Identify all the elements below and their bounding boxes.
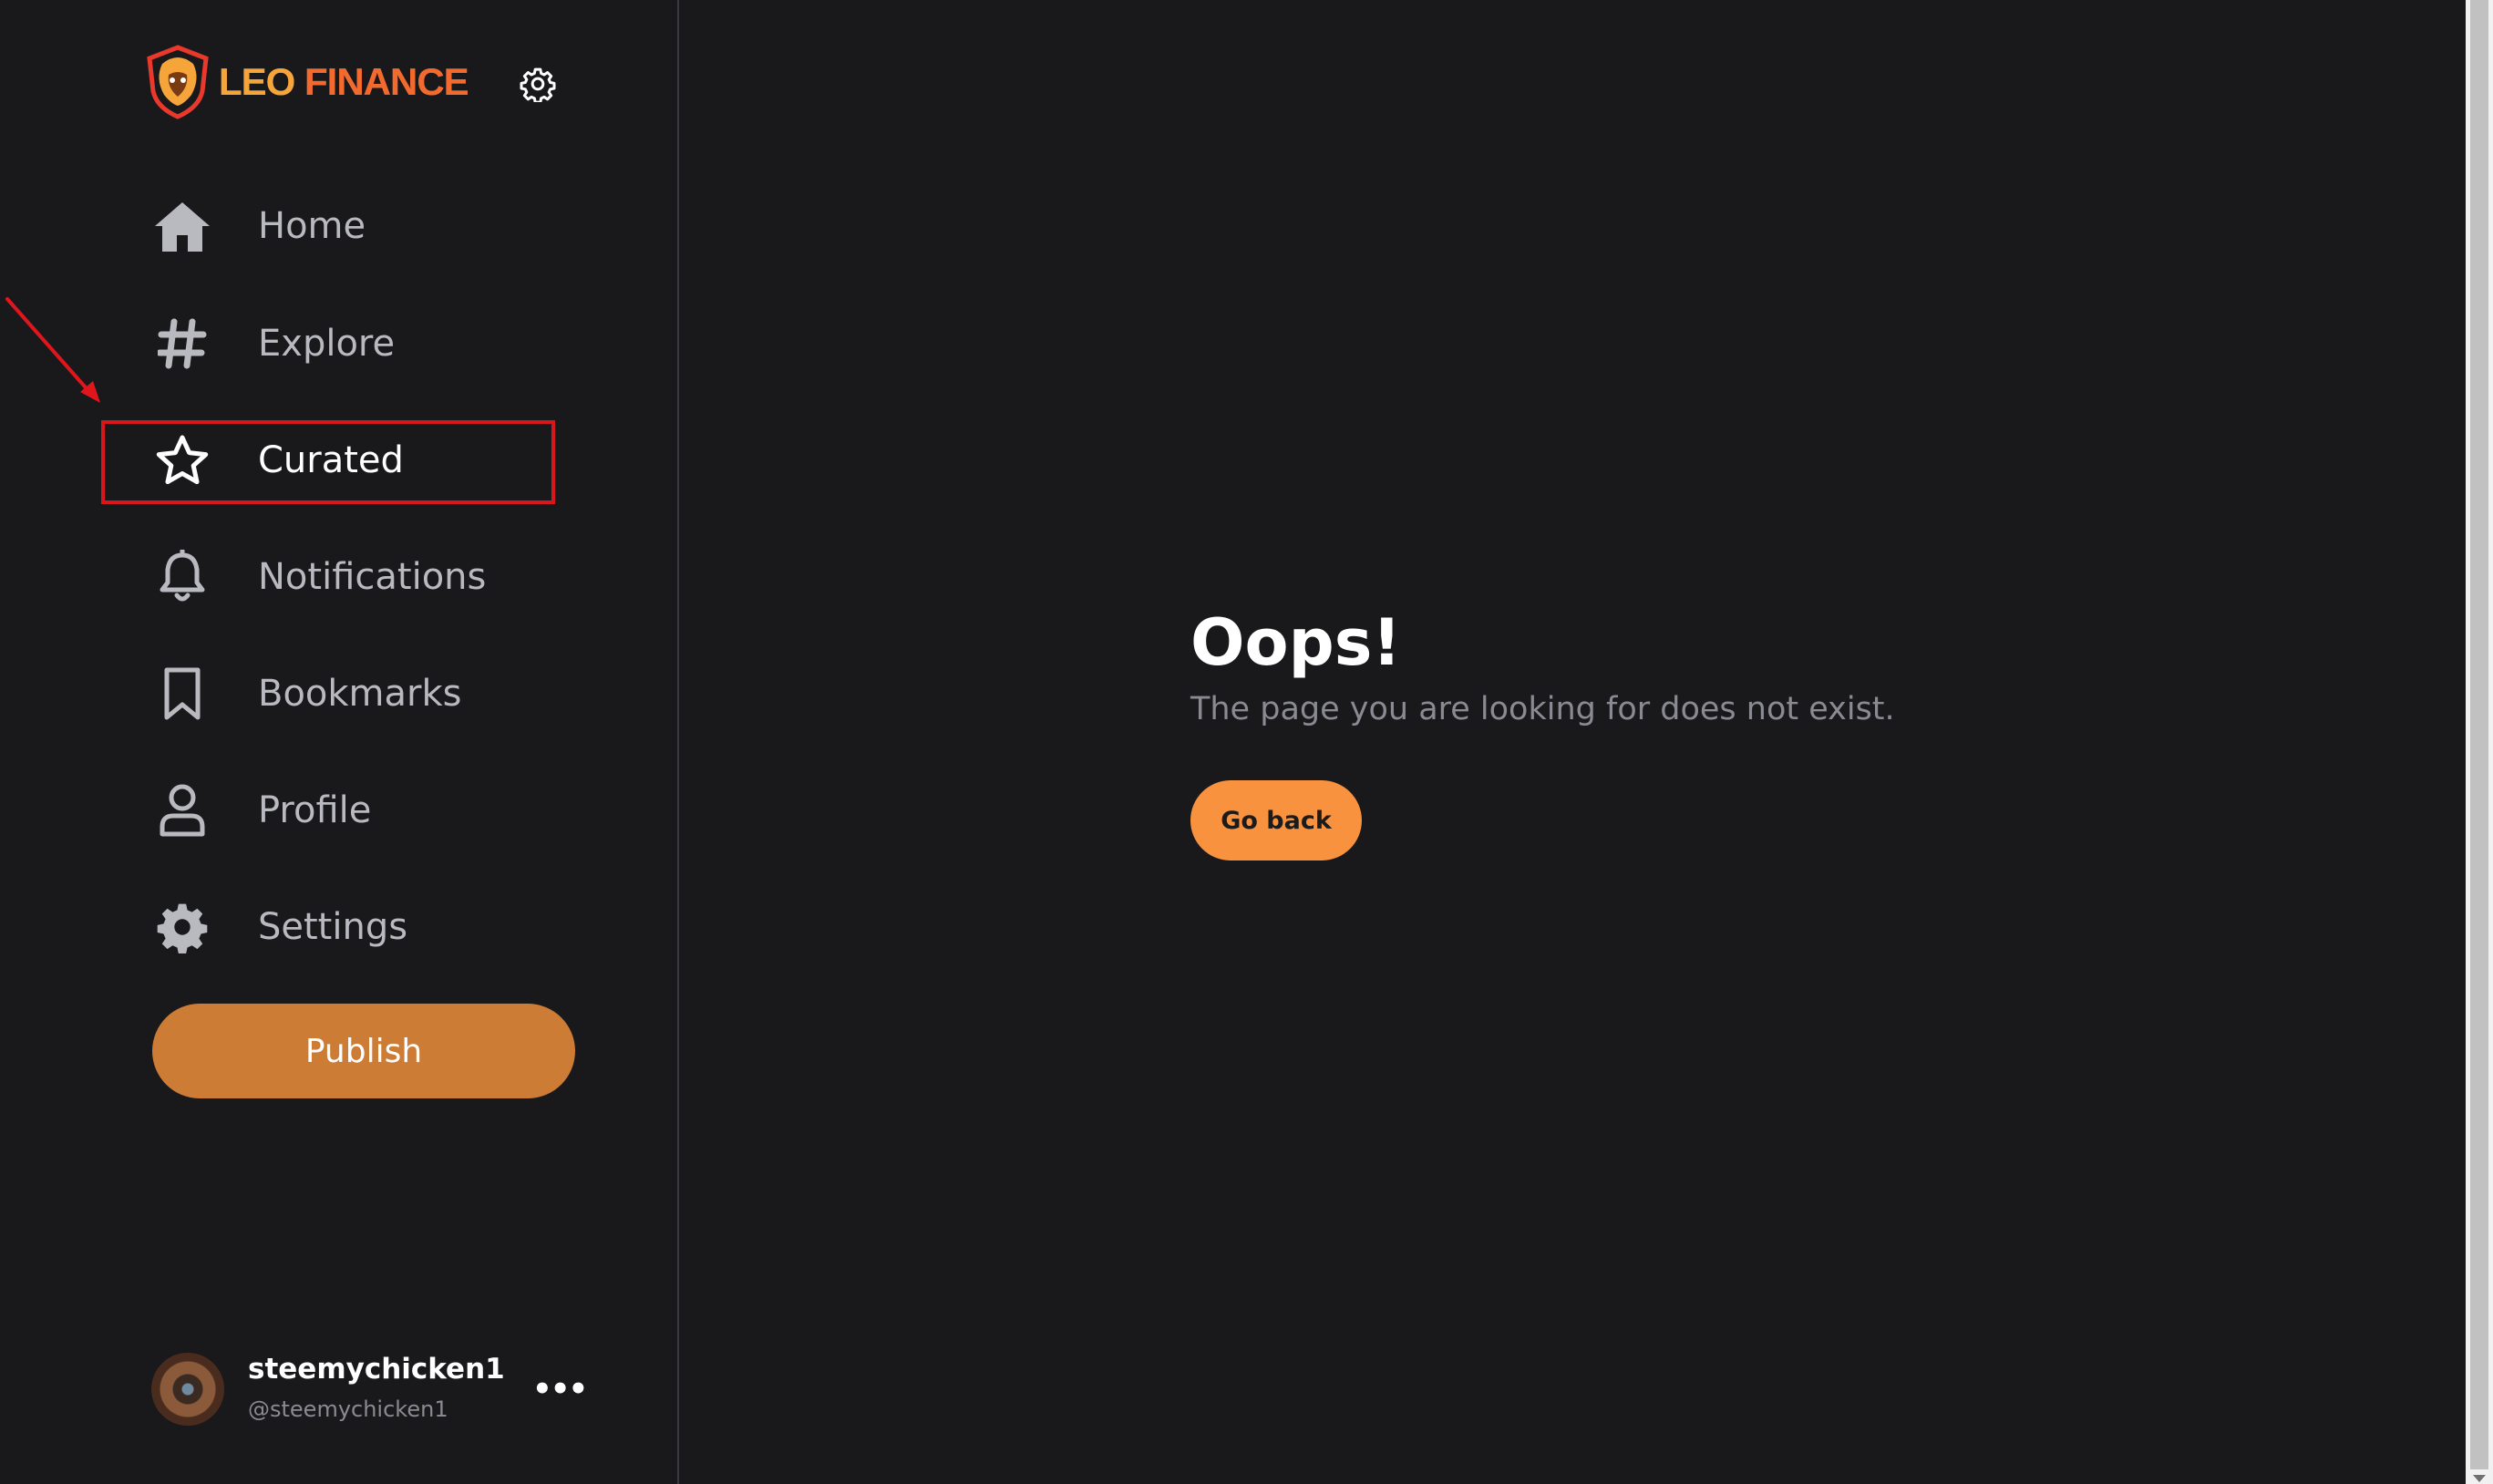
sidebar-item-notifications[interactable]: Notifications	[150, 536, 570, 618]
page-title: Oops!	[1190, 605, 1402, 680]
error-message: The page you are looking for does not ex…	[1190, 691, 1895, 727]
annotation-highlight-box	[101, 420, 555, 504]
not-found-panel: Oops! The page you are looking for does …	[1190, 602, 1895, 861]
logo-wordmark: LEO FINANCE	[219, 60, 469, 103]
go-back-button[interactable]: Go back	[1190, 780, 1362, 861]
avatar	[151, 1353, 224, 1426]
gear-outline-icon[interactable]	[520, 66, 556, 102]
bell-icon	[150, 545, 214, 609]
annotation-arrow	[5, 297, 100, 403]
sidebar-item-label: Home	[258, 205, 366, 247]
sidebar-item-bookmarks[interactable]: Bookmarks	[150, 653, 570, 735]
sidebar-item-settings[interactable]: Settings	[150, 886, 570, 968]
leofinance-logo[interactable]: LEO FINANCE	[144, 44, 469, 120]
home-icon	[150, 194, 214, 258]
more-options-button[interactable]: •••	[532, 1371, 588, 1407]
sidebar: LEO FINANCE Home Explore Curated Notific…	[0, 0, 679, 1484]
sidebar-item-label: Notifications	[258, 556, 487, 598]
gear-icon	[150, 895, 214, 959]
sidebar-item-label: Profile	[258, 789, 372, 831]
sidebar-item-profile[interactable]: Profile	[150, 769, 570, 851]
vertical-scrollbar[interactable]	[2466, 0, 2493, 1484]
lion-logo-icon	[147, 45, 209, 119]
sidebar-item-home[interactable]: Home	[150, 185, 570, 267]
sidebar-item-explore[interactable]: Explore	[150, 303, 570, 385]
user-handle: @steemychicken1	[248, 1396, 448, 1422]
publish-button[interactable]: Publish	[152, 1004, 575, 1098]
sidebar-item-label: Bookmarks	[258, 673, 462, 715]
bookmark-icon	[150, 662, 214, 726]
user-icon	[150, 778, 214, 842]
scrollbar-thumb[interactable]	[2470, 0, 2488, 1469]
user-display-name: steemychicken1	[248, 1353, 505, 1386]
hashtag-icon	[150, 312, 214, 376]
scroll-down-arrow-icon[interactable]	[2473, 1475, 2486, 1482]
user-account-card[interactable]: steemychicken1 @steemychicken1 •••	[151, 1353, 588, 1429]
sidebar-item-label: Settings	[258, 906, 408, 948]
sidebar-item-label: Explore	[258, 323, 396, 365]
